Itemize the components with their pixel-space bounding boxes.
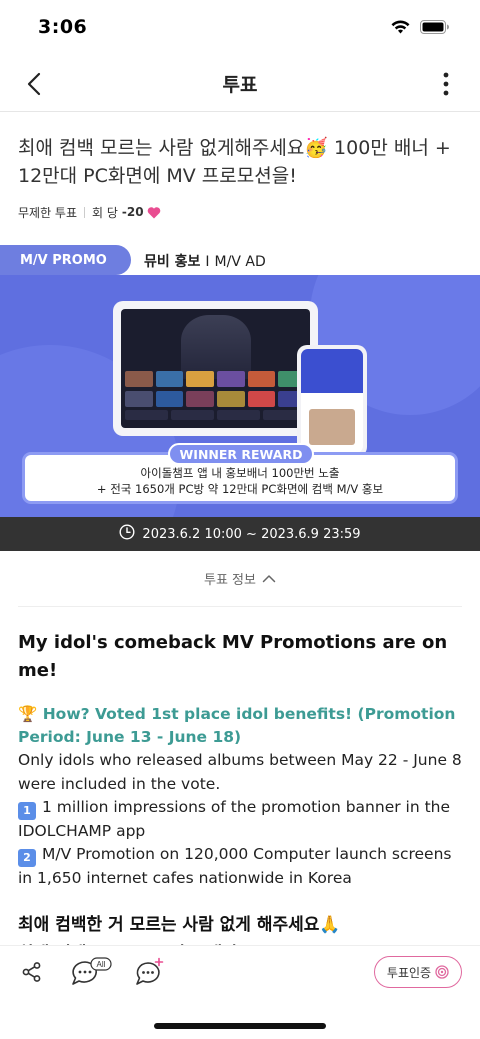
wifi-icon bbox=[391, 20, 410, 34]
promo-banner[interactable]: 아이돌챔프 앱 내 홍보배너 100만번 노출 + 전국 1650개 PC방 약… bbox=[0, 275, 480, 517]
screen-tile-row bbox=[125, 410, 306, 420]
monitor-illustration bbox=[113, 301, 318, 436]
promo-header: M/V PROMO 뮤비 홍보 I M/V AD bbox=[0, 245, 480, 275]
benefit-text-2: M/V Promotion on 120,000 Computer launch… bbox=[18, 845, 452, 887]
monitor-screen bbox=[121, 309, 310, 428]
chevron-up-icon bbox=[262, 575, 276, 583]
target-icon bbox=[435, 965, 449, 979]
reward-line-1: 아이돌챔프 앱 내 홍보배너 100만번 노출 bbox=[140, 466, 340, 480]
battery-icon bbox=[420, 20, 450, 34]
comment-all-icon: All bbox=[72, 957, 112, 985]
screen-person-image bbox=[181, 315, 251, 379]
korean-line-1: 최애 컴백한 거 모르는 사람 없게 해주세요🙏 bbox=[18, 914, 341, 935]
promo-subtitle: 뮤비 홍보 I M/V AD bbox=[144, 251, 266, 271]
description-highlight: 🏆 How? Voted 1st place idol benefits! (P… bbox=[18, 705, 456, 746]
comment-all-badge: All bbox=[97, 960, 106, 969]
share-icon bbox=[22, 962, 41, 982]
benefit-text-1: 1 million impressions of the promotion b… bbox=[18, 798, 451, 840]
nav-bar: 투표 bbox=[0, 56, 480, 112]
vote-cost: -20 bbox=[121, 205, 144, 219]
screen-tile-row bbox=[125, 371, 307, 387]
vote-verify-button[interactable]: 투표인증 bbox=[374, 956, 462, 988]
vote-period-text: 2023.6.2 10:00 ~ 2023.6.9 23:59 bbox=[142, 526, 361, 542]
page-title: 투표 bbox=[222, 74, 258, 96]
number-badge-1: 1 bbox=[18, 801, 36, 820]
clock-icon bbox=[119, 524, 135, 544]
vote-period-bar: 2023.6.2 10:00 ~ 2023.6.9 23:59 bbox=[0, 517, 480, 551]
vote-verify-label: 투표인증 bbox=[386, 965, 432, 980]
share-button[interactable] bbox=[21, 961, 43, 987]
description-eligibility: Only idols who released albums between M… bbox=[18, 751, 462, 793]
promo-subtitle-en: M/V AD bbox=[214, 254, 266, 270]
per-vote-label: 회 당 bbox=[92, 205, 118, 220]
meta-divider bbox=[84, 206, 86, 218]
promo-tab: M/V PROMO bbox=[0, 245, 131, 275]
comment-all-button[interactable]: All bbox=[70, 957, 114, 991]
vote-title: 최애 컴백 모르는 사람 없게해주세요🥳 100만 배너 + 12만대 PC화면… bbox=[18, 137, 451, 187]
benefit-item-1: 11 million impressions of the promotion … bbox=[18, 796, 462, 843]
promo-subtitle-separator: I bbox=[205, 254, 210, 270]
more-vertical-icon bbox=[443, 72, 449, 96]
vote-meta: 무제한 투표 회 당 -20 bbox=[0, 190, 480, 224]
comment-add-icon bbox=[136, 957, 164, 985]
vote-info-label: 투표 정보 bbox=[204, 573, 256, 588]
status-bar: 3:06 bbox=[0, 0, 480, 56]
status-time: 3:06 bbox=[38, 16, 88, 38]
benefit-item-2: 2 M/V Promotion on 120,000 Computer launc… bbox=[18, 843, 462, 890]
phone-screen-image bbox=[309, 409, 355, 445]
more-options-button[interactable] bbox=[436, 70, 456, 98]
vote-type: 무제한 투표 bbox=[18, 205, 78, 220]
reward-line-2: + 전국 1650개 PC방 약 12만대 PC화면에 컴백 M/V 홍보 bbox=[96, 482, 384, 496]
home-indicator bbox=[154, 1023, 326, 1029]
screen-tile-row bbox=[125, 391, 307, 407]
description-heading: My idol's comeback MV Promotions are on … bbox=[18, 632, 448, 681]
heart-icon bbox=[147, 206, 161, 219]
winner-reward-label: WINNER REWARD bbox=[168, 443, 314, 465]
phone-screen-header bbox=[301, 349, 363, 393]
number-badge-2: 2 bbox=[18, 849, 36, 867]
phone-screen bbox=[301, 349, 363, 453]
bottom-action-bar: All 투표인증 bbox=[0, 945, 480, 999]
promo-subtitle-kr: 뮤비 홍보 bbox=[144, 254, 201, 270]
vote-description: My idol's comeback MV Promotions are on … bbox=[0, 629, 480, 969]
vote-info-toggle[interactable]: 투표 정보 bbox=[18, 551, 462, 607]
status-icons bbox=[391, 20, 450, 34]
phone-illustration bbox=[297, 345, 367, 457]
comment-add-button[interactable] bbox=[135, 957, 167, 991]
